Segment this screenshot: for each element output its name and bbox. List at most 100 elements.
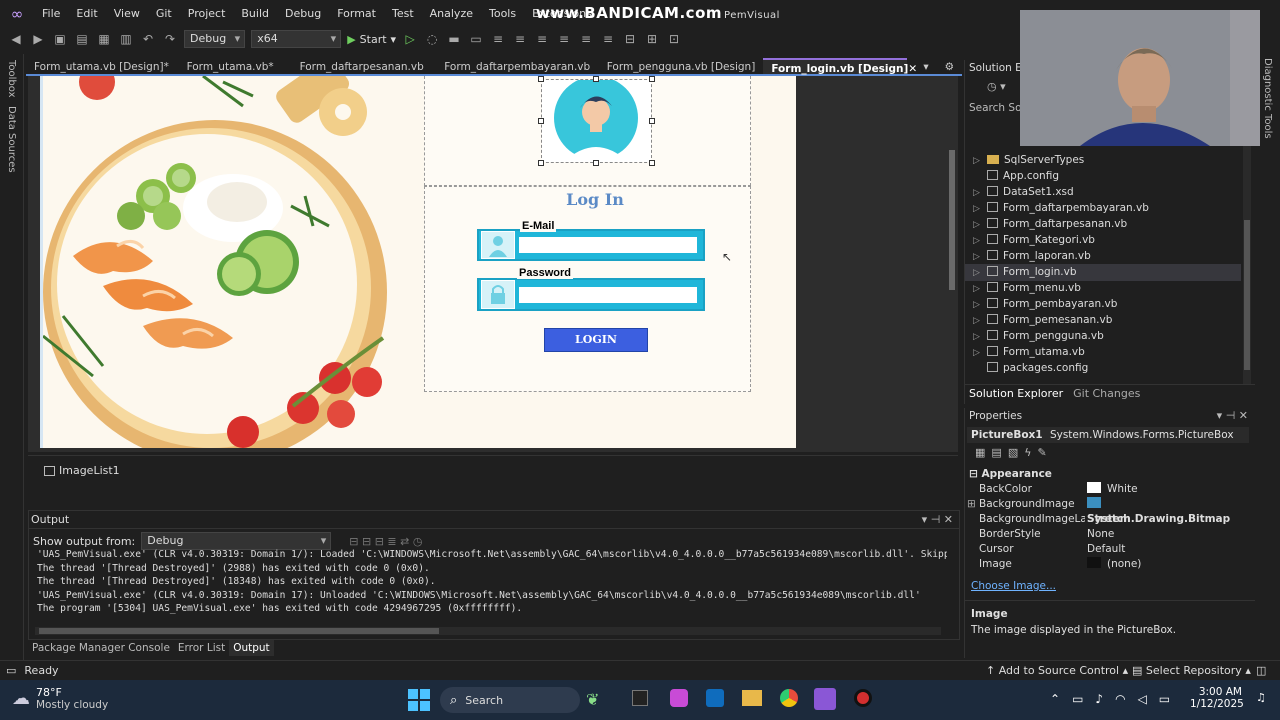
menu-debug[interactable]: Debug [277, 0, 329, 28]
bring-front-icon[interactable]: ⊞ [644, 32, 660, 46]
tab-form-utama-design[interactable]: Form_utama.vb [Design]* [26, 58, 179, 74]
tree-item-selected[interactable]: ▷ Form_login.vb [965, 264, 1241, 281]
tree-item[interactable]: ▷ DataSet1.xsd [973, 184, 1074, 201]
solution-scrollbar[interactable] [1243, 120, 1251, 384]
property-row[interactable]: BackgroundImageLayoutStretch [965, 512, 1247, 527]
menu-file[interactable]: File [34, 0, 68, 28]
solution-scroll-thumb[interactable] [1244, 220, 1250, 370]
wifi-icon[interactable]: ◠ [1115, 692, 1125, 706]
property-value[interactable]: Stretch [1087, 512, 1131, 527]
designer-scrollbar[interactable] [948, 80, 956, 448]
new-project-icon[interactable]: ▣ [52, 32, 68, 46]
email-input[interactable] [519, 237, 697, 253]
redo-icon[interactable]: ↷ [162, 32, 178, 46]
microphone-icon[interactable]: ♪ [1095, 692, 1103, 706]
tab-list-icon[interactable]: ▾ [915, 58, 936, 74]
weather-widget[interactable]: ☁ 78°F Mostly cloudy [12, 686, 108, 711]
imagelist-component[interactable]: ImageList1 [44, 464, 120, 477]
categorized-icon[interactable]: ▦ [975, 446, 985, 459]
layout-icon[interactable]: ▭ [468, 32, 484, 46]
bandicam-icon[interactable] [854, 689, 872, 707]
start-without-debug-icon[interactable]: ▷ [402, 32, 418, 46]
category-appearance[interactable]: ⊟ Appearance [965, 466, 1247, 482]
save-all-icon[interactable]: ▥ [118, 32, 134, 46]
file-explorer-icon[interactable] [742, 690, 762, 706]
expand-icon[interactable]: ▷ [973, 153, 987, 169]
align-right-icon[interactable]: ≡ [534, 32, 550, 46]
output-text[interactable]: 'UAS_PemVisual.exe' (CLR v4.0.30319: Dom… [37, 548, 947, 616]
tree-item[interactable]: App.config [973, 168, 1059, 184]
notifications-icon[interactable]: ◫ [1256, 664, 1266, 677]
menu-format[interactable]: Format [329, 0, 384, 28]
tree-item[interactable]: ▷ Form_daftarpembayaran.vb [973, 200, 1149, 217]
attach-icon[interactable]: ◌ [424, 32, 440, 46]
user-picture-box[interactable] [538, 76, 655, 166]
tab-order-icon[interactable]: ⊡ [666, 32, 682, 46]
select-repository-button[interactable]: ▤ Select Repository ▴ [1132, 664, 1251, 677]
align-left-icon[interactable]: ≡ [490, 32, 506, 46]
menu-view[interactable]: View [106, 0, 148, 28]
save-icon[interactable]: ▦ [96, 32, 112, 46]
property-row[interactable]: BackColor White [965, 482, 1247, 497]
login-button[interactable]: LOGIN [544, 328, 648, 352]
copilot-icon[interactable] [670, 689, 688, 707]
forward-icon[interactable]: ▶ [30, 32, 46, 46]
clock[interactable]: 3:00 AM 1/12/2025 [1190, 686, 1244, 710]
properties-icon[interactable]: ▧ [1008, 446, 1018, 459]
chrome-icon[interactable] [780, 689, 798, 707]
notification-bell-icon[interactable]: ♫ [1256, 691, 1266, 704]
tree-item[interactable]: ▷ Form_pembayaran.vb [973, 296, 1117, 313]
network-icon[interactable]: ▭ [1072, 692, 1083, 706]
tab-form-pengguna-design[interactable]: Form_pengguna.vb [Design] [599, 58, 764, 74]
output-tools-icons[interactable]: ⊟ ⊟ ⊟ ≣ ⇄ ◷ [349, 535, 422, 548]
expand-icon[interactable]: ▷ [973, 329, 987, 345]
tree-item[interactable]: packages.config [973, 360, 1088, 376]
property-value[interactable]: White [1087, 482, 1138, 497]
back-icon[interactable]: ◀ [8, 32, 24, 46]
tree-item[interactable]: ▷ Form_pengguna.vb [973, 328, 1104, 345]
task-view-icon[interactable] [632, 690, 648, 706]
align-bottom-icon[interactable]: ≡ [600, 32, 616, 46]
align-middle-icon[interactable]: ≡ [578, 32, 594, 46]
tree-item[interactable]: ▷ Form_pemesanan.vb [973, 312, 1112, 329]
tab-form-login-design[interactable]: Form_login.vb [Design] ✕ [763, 58, 917, 75]
data-sources-tab[interactable]: Data Sources [6, 106, 17, 173]
tree-item[interactable]: ▷ Form_laporan.vb [973, 248, 1091, 265]
menu-build[interactable]: Build [233, 0, 277, 28]
property-value[interactable]: (none) [1087, 557, 1141, 572]
spacing-icon[interactable]: ⊟ [622, 32, 638, 46]
source-control-button[interactable]: ↑ Add to Source Control ▴ [986, 664, 1128, 677]
solution-search-input[interactable]: Search Solution Explorer [969, 100, 1023, 116]
property-row[interactable]: Image (none) [965, 557, 1247, 572]
expand-icon[interactable]: ▷ [973, 281, 987, 297]
volume-icon[interactable]: ◁ [1138, 692, 1147, 706]
menu-edit[interactable]: Edit [68, 0, 105, 28]
taskbar-search[interactable]: ⌕ Search [440, 687, 580, 713]
expand-icon[interactable]: ▷ [973, 217, 987, 233]
battery-icon[interactable]: ▭ [1159, 692, 1170, 706]
tab-package-manager-console[interactable]: Package Manager Console [28, 640, 174, 656]
property-row[interactable]: Cursor Default [965, 542, 1247, 557]
toolbox-tab[interactable]: Toolbox [6, 60, 17, 98]
password-field-frame[interactable] [477, 278, 705, 311]
output-window-controls[interactable]: ▾ ⊣ ✕ [922, 511, 953, 529]
search-highlight-icon[interactable]: ❦ [586, 690, 599, 709]
designer-scroll-thumb[interactable] [949, 150, 955, 290]
tree-item[interactable]: ▷ SqlServerTypes [973, 152, 1084, 169]
output-hscroll-thumb[interactable] [39, 628, 439, 634]
configuration-select[interactable]: Debug [184, 30, 246, 48]
settings-icon[interactable]: ⚙ [937, 58, 962, 74]
windows-start-icon[interactable] [408, 689, 430, 711]
expand-icon[interactable]: ▷ [973, 345, 987, 361]
property-row[interactable]: ⊞ BackgroundImage System.Drawing.Bitmap [965, 497, 1247, 525]
tab-solution-explorer[interactable]: Solution Explorer [969, 385, 1063, 402]
menu-project[interactable]: Project [180, 0, 234, 28]
tab-git-changes[interactable]: Git Changes [1073, 385, 1140, 402]
password-input[interactable] [519, 287, 697, 303]
expand-icon[interactable]: ▷ [973, 313, 987, 329]
expand-icon[interactable]: ▷ [973, 249, 987, 265]
property-row[interactable]: BorderStyle None [965, 527, 1247, 542]
resize-handle[interactable] [538, 160, 544, 166]
undo-icon[interactable]: ↶ [140, 32, 156, 46]
expand-icon[interactable]: ▷ [973, 185, 987, 201]
